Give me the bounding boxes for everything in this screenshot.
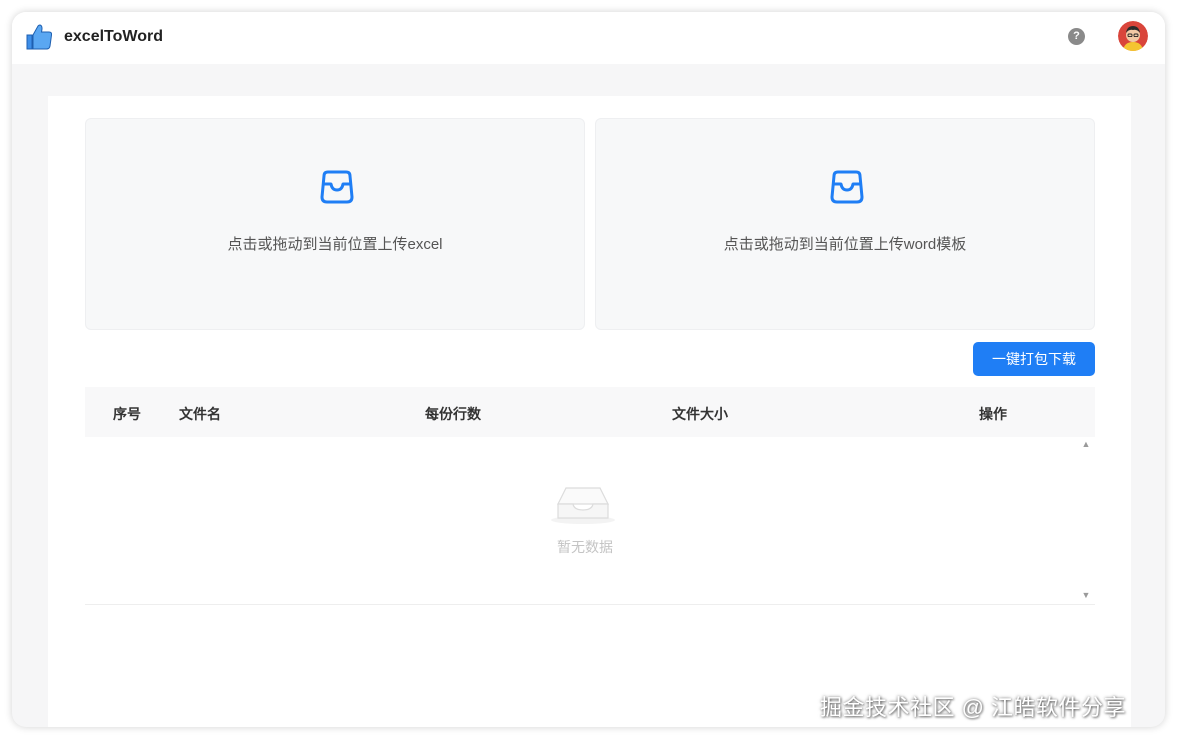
inbox-icon <box>320 170 354 204</box>
avatar[interactable] <box>1118 21 1148 51</box>
scroll-up-arrow[interactable]: ▲ <box>1080 439 1092 449</box>
file-table: 序号 文件名 每份行数 文件大小 操作 暂无数据 ▲ ▼ <box>85 387 1095 605</box>
main-content: 点击或拖动到当前位置上传excel 点击或拖动到当前位置上传word模板 一键打… <box>48 96 1131 727</box>
inbox-icon <box>830 170 864 204</box>
column-header-file-size: 文件大小 <box>672 406 728 422</box>
empty-inbox-icon <box>551 487 615 524</box>
word-upload-text: 点击或拖动到当前位置上传word模板 <box>723 236 967 253</box>
excel-upload-text: 点击或拖动到当前位置上传excel <box>227 236 443 253</box>
column-header-rows-per-copy: 每份行数 <box>425 406 481 422</box>
column-header-filename: 文件名 <box>179 406 221 422</box>
table-header: 序号 文件名 每份行数 文件大小 操作 <box>85 387 1095 437</box>
question-circle-icon[interactable]: ? <box>1068 28 1085 45</box>
scroll-down-arrow[interactable]: ▼ <box>1080 590 1092 600</box>
app-title: excelToWord <box>64 28 163 45</box>
excel-upload-area[interactable]: 点击或拖动到当前位置上传excel <box>85 118 585 330</box>
watermark: 掘金技术社区 @ 江皓软件分享 <box>820 695 1127 720</box>
column-header-index: 序号 <box>113 406 141 422</box>
top-bar: excelToWord ? <box>12 12 1165 64</box>
app-window: excelToWord ? 点击或拖动到当前位置上传excel 点击或拖动到当前… <box>12 12 1165 727</box>
thumbs-up-icon <box>26 24 53 50</box>
download-all-button[interactable]: 一键打包下载 <box>973 342 1095 376</box>
column-header-actions: 操作 <box>979 406 1007 422</box>
word-template-upload-area[interactable]: 点击或拖动到当前位置上传word模板 <box>595 118 1095 330</box>
empty-state-text: 暂无数据 <box>557 539 613 555</box>
